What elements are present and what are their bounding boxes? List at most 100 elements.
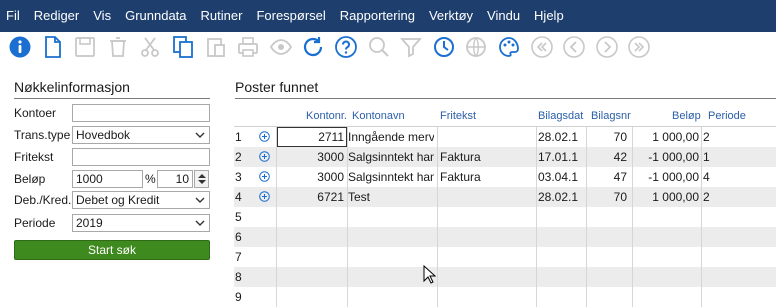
grid-line — [437, 247, 438, 267]
table-row[interactable]: 8 — [234, 267, 776, 287]
grid-line — [347, 127, 348, 147]
menu-rediger[interactable]: Rediger — [28, 0, 88, 32]
col-header-kontonr[interactable]: Kontonr. — [306, 110, 350, 122]
menu-grunndata[interactable]: Grunndata — [119, 0, 194, 32]
grid-line — [586, 287, 587, 307]
table-row[interactable]: 3 3000 Salgsinntekt hand Faktura 03.04.1 47 -1… — [234, 167, 776, 187]
start-search-button[interactable]: Start søk — [14, 240, 210, 260]
paste-icon[interactable] — [204, 35, 228, 59]
history-icon[interactable] — [432, 35, 456, 59]
first-icon[interactable] — [530, 35, 554, 59]
filter-icon[interactable] — [399, 35, 423, 59]
last-icon[interactable] — [627, 35, 651, 59]
grid-line — [347, 287, 348, 307]
help-icon[interactable] — [334, 35, 358, 59]
cell-bilagsdato: 28.02.1 — [538, 130, 579, 144]
grid-line — [701, 187, 702, 207]
grid-line — [632, 267, 633, 287]
debkred-select[interactable]: Debet og Kredit — [72, 191, 210, 209]
table-row[interactable]: 5 — [234, 207, 776, 227]
grid-header: Kontonr. Kontonavn Fritekst Bilagsdat Bi… — [234, 106, 776, 127]
palette-icon[interactable] — [497, 35, 521, 59]
menu-foresporsel[interactable]: Forespørsel — [250, 0, 333, 32]
cell-rownum: 7 — [235, 250, 242, 264]
field-row-kontoer: Kontoer — [14, 104, 210, 122]
copy-icon[interactable] — [171, 35, 195, 59]
grid-line — [437, 287, 438, 307]
field-row-fritekst: Fritekst — [14, 148, 210, 166]
cell-rownum: 2 — [235, 150, 242, 164]
table-row[interactable]: 4 6721 Test 28.02.1 70 1 000,00 2 — [234, 187, 776, 207]
info-icon[interactable] — [8, 35, 32, 59]
cell-rownum: 9 — [235, 290, 242, 304]
grid-line — [536, 267, 537, 287]
refresh-icon[interactable] — [301, 35, 325, 59]
search-icon[interactable] — [367, 35, 391, 59]
menu-rutiner[interactable]: Rutiner — [195, 0, 251, 32]
grid-line — [632, 167, 633, 187]
periode-select[interactable]: 2019 — [72, 214, 210, 232]
menu-vindu[interactable]: Vindu — [481, 0, 528, 32]
transtype-label: Trans.type — [14, 128, 71, 142]
new-document-icon[interactable] — [41, 35, 65, 59]
menu-rapportering[interactable]: Rapportering — [334, 0, 423, 32]
mouse-cursor-icon — [423, 265, 437, 284]
search-panel: Nøkkelinformasjon Kontoer Trans.type Hov… — [0, 70, 220, 303]
cell-kontonavn: Inngående merve — [348, 130, 434, 144]
grid-line — [536, 247, 537, 267]
grid-line — [536, 287, 537, 307]
col-header-kontonavn[interactable]: Kontonavn — [352, 110, 432, 122]
delete-icon[interactable] — [106, 35, 130, 59]
col-header-bilagsnr[interactable]: Bilagsnr — [591, 110, 633, 122]
previous-icon[interactable] — [562, 35, 586, 59]
next-icon[interactable] — [595, 35, 619, 59]
grid-line — [276, 287, 277, 307]
globe-icon[interactable] — [464, 35, 488, 59]
preview-icon[interactable] — [269, 35, 293, 59]
kontoer-input[interactable] — [72, 104, 210, 122]
menu-verktoy[interactable]: Verktøy — [423, 0, 481, 32]
cell-kontonr: 3000 — [317, 170, 344, 184]
fritekst-input[interactable] — [72, 148, 210, 166]
col-header-belop[interactable]: Beløp — [672, 110, 702, 122]
table-row[interactable]: 2 3000 Salgsinntekt hand Faktura 17.01.1 42 -1… — [234, 147, 776, 167]
cell-bilagsdato: 28.02.1 — [538, 190, 579, 204]
transtype-select[interactable]: Hovedbok — [72, 126, 210, 144]
col-header-fritekst[interactable]: Fritekst — [440, 110, 530, 122]
cell-periode: 4 — [703, 170, 710, 184]
grid-line — [276, 147, 277, 167]
table-row[interactable]: 6 — [234, 227, 776, 247]
belop-input[interactable]: 1000 — [72, 170, 143, 188]
expand-plus-icon[interactable] — [259, 191, 270, 202]
grid-line — [632, 187, 633, 207]
cut-icon[interactable] — [138, 35, 162, 59]
col-header-periode[interactable]: Periode — [708, 110, 768, 122]
table-row[interactable]: 7 — [234, 247, 776, 267]
grid-line — [701, 267, 702, 287]
menu-fil[interactable]: Fil — [0, 0, 28, 32]
divider — [235, 98, 776, 99]
field-row-debkred: Deb./Kred. Debet og Kredit — [14, 191, 210, 209]
print-icon[interactable] — [236, 35, 260, 59]
menu-hjelp[interactable]: Hjelp — [528, 0, 572, 32]
expand-plus-icon[interactable] — [259, 171, 270, 182]
expand-plus-icon[interactable] — [259, 151, 270, 162]
percent-stepper[interactable] — [194, 170, 209, 188]
table-row[interactable]: 9 — [234, 287, 776, 307]
cell-belop: -1 000,00 — [648, 170, 699, 184]
grid-line — [347, 227, 348, 247]
save-icon[interactable] — [73, 35, 97, 59]
grid-line — [586, 267, 587, 287]
periode-value: 2019 — [76, 216, 103, 230]
col-header-bilagsdato[interactable]: Bilagsdat — [538, 110, 584, 122]
table-row[interactable]: 1 2711 Inngående merve 28.02.1 70 1 000,00 2 — [234, 127, 776, 147]
percent-input[interactable]: 10 — [157, 170, 193, 188]
grid-line — [632, 287, 633, 307]
grid-line — [276, 127, 277, 147]
grid-line — [586, 207, 587, 227]
grid-line — [347, 187, 348, 207]
percent-label: % — [145, 172, 156, 186]
expand-plus-icon[interactable] — [259, 131, 270, 142]
search-panel-title: Nøkkelinformasjon — [14, 79, 130, 95]
menu-vis[interactable]: Vis — [87, 0, 119, 32]
